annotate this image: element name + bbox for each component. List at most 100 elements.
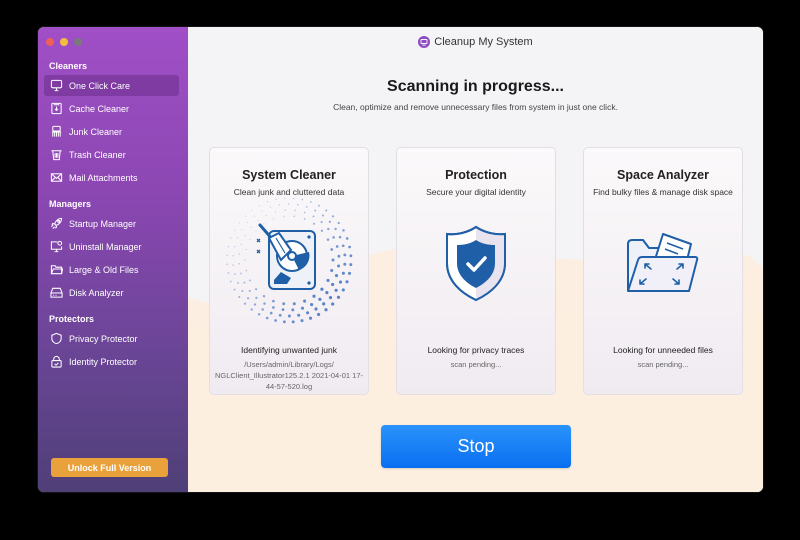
sidebar-item-cache-cleaner[interactable]: Cache Cleaner — [44, 98, 179, 119]
sidebar-item-mail-attachments[interactable]: Mail Attachments — [44, 167, 179, 188]
sidebar-item-label: Privacy Protector — [69, 333, 138, 344]
sidebar-item-junk-cleaner[interactable]: Junk Cleaner — [44, 121, 179, 142]
scan-dot — [321, 214, 325, 217]
scan-dot — [249, 279, 251, 282]
system-cleaner-graphic — [210, 198, 368, 328]
monitor-icon — [50, 79, 63, 92]
stop-scan-button[interactable]: Stop — [381, 425, 571, 468]
scan-dot — [287, 314, 291, 318]
scan-dot — [308, 316, 313, 320]
scan-dot — [296, 203, 299, 206]
close-window-button[interactable] — [46, 38, 54, 46]
scan-dot — [330, 268, 334, 273]
scan-dot — [274, 319, 277, 322]
scan-dot — [284, 198, 286, 199]
scan-dot — [303, 299, 307, 303]
scan-dot — [349, 254, 353, 258]
scan-dot — [337, 254, 341, 258]
maximize-window-button[interactable] — [74, 38, 82, 46]
scan-dot — [303, 218, 306, 220]
scan-dot — [335, 245, 339, 248]
sidebar-item-disk-analyzer[interactable]: Disk Analyzer — [44, 282, 179, 303]
scan-dot — [332, 236, 335, 239]
scan-dot — [326, 238, 330, 241]
scan-dot — [282, 320, 286, 324]
sidebar-item-label: Junk Cleaner — [69, 126, 123, 137]
app-title: Cleanup My System — [434, 36, 533, 48]
scan-dot — [343, 253, 347, 257]
scan-dot — [262, 295, 266, 298]
scan-dot — [338, 235, 342, 239]
sidebar-item-one-click-care[interactable]: One Click Care — [44, 75, 179, 96]
sidebar-item-trash-cleaner[interactable]: Trash Cleaner — [44, 144, 179, 165]
scan-dot — [249, 238, 251, 241]
scan-dot — [301, 198, 304, 201]
scan-dot — [334, 227, 337, 231]
rocket-icon — [51, 217, 63, 229]
sidebar-item-large-old-files[interactable]: Large & Old Files — [44, 259, 179, 280]
scan-dot — [232, 255, 234, 257]
scan-dot — [233, 246, 236, 248]
scan-dot — [253, 215, 255, 217]
scan-dot — [327, 227, 330, 231]
card-status: Looking for unneeded files — [613, 345, 713, 355]
scan-dot — [328, 296, 333, 300]
scan-dot — [246, 221, 249, 223]
scan-dot — [233, 288, 236, 291]
card-description: Secure your digital identity — [426, 187, 526, 197]
scan-dot — [238, 263, 240, 265]
sidebar-item-label: Trash Cleaner — [69, 149, 126, 160]
scan-dot — [320, 229, 324, 232]
scan-dot — [275, 198, 277, 201]
scan-dot — [303, 211, 306, 214]
scan-dot — [232, 264, 234, 266]
page-subtitle: Clean, optimize and remove unnecessary f… — [333, 102, 618, 112]
scan-dot — [251, 209, 253, 211]
sidebar: Cleaners One Click Care Cache Cleaner Ju… — [38, 27, 188, 492]
scan-dot — [234, 229, 236, 231]
disk-icon — [50, 287, 63, 298]
scan-dot — [324, 308, 328, 312]
scan-dot — [274, 211, 277, 213]
section-title-protectors: Protectors — [49, 314, 95, 324]
scan-dot — [322, 302, 326, 306]
scan-dot — [345, 237, 349, 240]
minimize-window-button[interactable] — [60, 38, 68, 46]
scan-dot — [347, 271, 352, 275]
scan-dot — [244, 259, 246, 261]
scan-dot — [243, 302, 247, 305]
scan-dot — [247, 297, 250, 300]
sidebar-item-uninstall-manager[interactable]: Uninstall Manager — [44, 236, 179, 257]
scan-dot — [317, 312, 321, 317]
scan-dot — [263, 302, 266, 305]
scan-dot — [272, 299, 275, 303]
scan-dot — [287, 203, 290, 205]
scan-dot — [258, 204, 261, 207]
app-logo-icon — [418, 36, 431, 48]
sidebar-item-privacy-protector[interactable]: Privacy Protector — [44, 328, 179, 349]
sidebar-item-identity-protector[interactable]: Identity Protector — [44, 351, 179, 372]
main-panel: Cleanup My System Scanning in progress..… — [188, 27, 763, 492]
scan-dot — [244, 215, 246, 217]
scan-dot — [336, 295, 341, 299]
scan-dot — [243, 281, 246, 284]
page-title: Scanning in progress... — [387, 78, 564, 95]
scan-dot — [342, 229, 345, 232]
scan-dot — [314, 307, 318, 311]
scan-dot — [239, 272, 242, 275]
card-scan-state: scan pending... — [637, 360, 689, 369]
card-title: Space Analyzer — [617, 168, 709, 182]
unlock-full-version-button[interactable]: Unlock Full Version — [51, 458, 168, 477]
scan-dot — [334, 274, 339, 278]
scan-dot — [278, 313, 282, 317]
scan-dot — [343, 262, 347, 266]
card-title: Protection — [445, 168, 507, 182]
trash-icon — [51, 150, 62, 161]
scan-dot — [284, 209, 286, 211]
space-analyzer-graphic — [584, 198, 742, 328]
scan-dot — [248, 289, 251, 292]
scan-dot — [255, 230, 257, 232]
sidebar-item-startup-manager[interactable]: Startup Manager — [44, 213, 179, 234]
scan-dot — [312, 294, 316, 298]
scan-dot — [306, 311, 310, 315]
